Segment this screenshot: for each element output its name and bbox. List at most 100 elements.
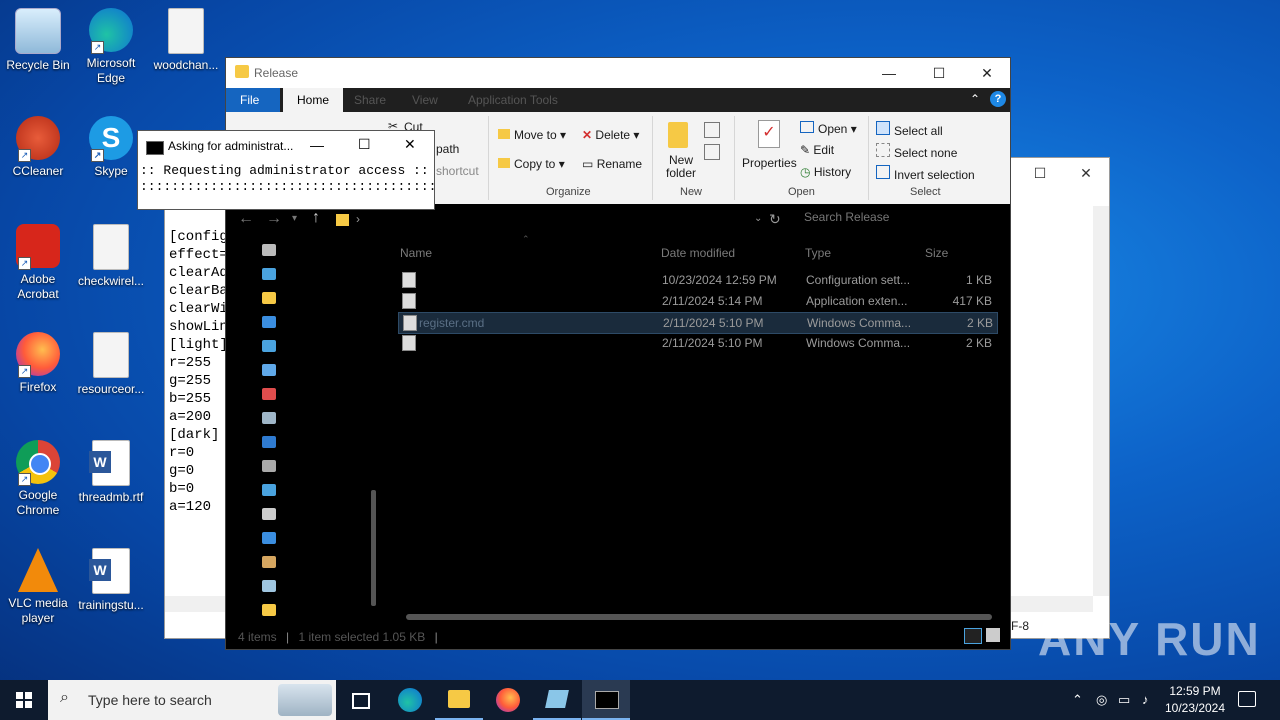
- computer-nav-icon[interactable]: [262, 484, 276, 496]
- collapse-ribbon-icon[interactable]: ⌃: [970, 92, 980, 106]
- desktop-icon-edge[interactable]: ↗ Microsoft Edge: [73, 8, 149, 86]
- history-button[interactable]: ◷ History: [800, 165, 851, 179]
- drive-nav-icon[interactable]: [262, 508, 276, 520]
- tab-file[interactable]: File: [226, 88, 280, 112]
- file-row[interactable]: 2/11/2024 5:10 PM Windows Comma... 2 KB: [398, 333, 996, 353]
- this-pc-nav-icon[interactable]: [262, 340, 276, 352]
- desktop-icon-threadmb[interactable]: W threadmb.rtf: [73, 440, 149, 505]
- folder-nav-icon[interactable]: [262, 604, 276, 616]
- notification-icon[interactable]: [1238, 691, 1256, 707]
- column-header-type[interactable]: Type: [805, 246, 831, 260]
- column-header-date[interactable]: Date modified: [661, 246, 735, 260]
- taskbar-clock[interactable]: 12:59 PM 10/23/2024: [1160, 683, 1230, 717]
- close-icon[interactable]: ✕: [964, 58, 1010, 88]
- select-all-button[interactable]: Select all: [876, 121, 943, 138]
- show-hidden-icons-icon[interactable]: ⌃: [1072, 692, 1083, 708]
- window-title: Asking for administrat...: [168, 139, 294, 153]
- desktop-icon-label: CCleaner: [12, 164, 64, 178]
- paste-shortcut-button[interactable]: shortcut: [436, 164, 479, 178]
- up-arrow-icon[interactable]: ↑: [312, 209, 320, 227]
- select-none-button[interactable]: Select none: [876, 143, 957, 160]
- help-icon[interactable]: ?: [990, 91, 1006, 107]
- desktop-icon-ccleaner[interactable]: ↗ CCleaner: [0, 116, 76, 179]
- network-icon[interactable]: ▭: [1118, 692, 1130, 708]
- desktop-icon-woodchan[interactable]: woodchan...: [148, 8, 224, 73]
- folder-nav-icon[interactable]: [262, 292, 276, 304]
- close-icon[interactable]: ✕: [1063, 158, 1109, 188]
- desktop-icon-vlc[interactable]: VLC media player: [0, 548, 76, 626]
- minimize-icon[interactable]: —: [310, 137, 324, 153]
- printer-nav-icon[interactable]: [262, 460, 276, 472]
- explorer-titlebar[interactable]: Release — ☐ ✕: [226, 58, 1010, 88]
- column-header-size[interactable]: Size: [925, 246, 948, 260]
- forward-arrow-icon[interactable]: →: [266, 210, 282, 228]
- tab-application-tools[interactable]: Application Tools: [454, 88, 572, 112]
- desktop-icon-acrobat[interactable]: ↗ Adobe Acrobat: [0, 224, 76, 302]
- task-view-button[interactable]: [336, 680, 384, 720]
- notepad-text[interactable]: [config effect= clearAd clearBa clearWi …: [169, 210, 228, 516]
- large-icons-view-icon[interactable]: [986, 628, 1000, 642]
- desktop-icon-chrome[interactable]: ↗ Google Chrome: [0, 440, 76, 518]
- taskbar-edge[interactable]: [386, 680, 434, 720]
- taskbar-firefox[interactable]: [484, 680, 532, 720]
- taskbar-cmd[interactable]: [582, 680, 630, 720]
- cloud-nav-icon[interactable]: [262, 532, 276, 544]
- control-panel-nav-icon[interactable]: [262, 364, 276, 376]
- quick-access-icon[interactable]: [262, 244, 276, 256]
- rename-button[interactable]: ▭ Rename: [582, 157, 642, 171]
- taskbar-search[interactable]: ⌕ Type here to search: [48, 680, 336, 720]
- invert-selection-button[interactable]: Invert selection: [876, 165, 975, 182]
- details-view-icon[interactable]: [964, 628, 982, 644]
- search-input[interactable]: Search Release: [804, 210, 889, 224]
- word-doc-icon: W: [89, 548, 130, 594]
- users-nav-icon[interactable]: [262, 556, 276, 568]
- nav-pane-scrollbar[interactable]: [371, 490, 376, 606]
- onedrive-nav-icon[interactable]: [262, 316, 276, 328]
- close-icon[interactable]: ✕: [404, 136, 416, 153]
- maximize-icon[interactable]: ☐: [916, 58, 962, 88]
- new-folder-button[interactable]: New folder: [666, 154, 696, 180]
- recycle-bin-nav-icon[interactable]: [262, 580, 276, 592]
- maximize-icon[interactable]: ☐: [358, 136, 371, 153]
- notepad-vscrollbar[interactable]: [1093, 206, 1109, 596]
- cmd-window[interactable]: Asking for administrat... — ☐ ✕ :: Reque…: [137, 130, 436, 210]
- edit-button[interactable]: ✎ Edit: [800, 143, 834, 157]
- file-row[interactable]: 10/23/2024 12:59 PM Configuration sett..…: [398, 270, 996, 290]
- desktop-icon-firefox[interactable]: ↗ Firefox: [0, 332, 76, 395]
- desktop-nav-icon[interactable]: [262, 268, 276, 280]
- apps-nav-icon[interactable]: [262, 388, 276, 400]
- start-button[interactable]: [0, 680, 48, 720]
- disk-nav-icon[interactable]: [262, 412, 276, 424]
- tab-home[interactable]: Home: [283, 88, 344, 112]
- refresh-icon[interactable]: ↻: [769, 211, 781, 228]
- network-nav-icon[interactable]: [262, 436, 276, 448]
- taskbar-file-explorer[interactable]: [435, 680, 483, 720]
- volume-icon[interactable]: ♪: [1142, 692, 1149, 707]
- easy-access-icon[interactable]: [704, 144, 720, 160]
- properties-button[interactable]: Properties: [742, 156, 797, 170]
- tab-share[interactable]: Share: [340, 88, 400, 112]
- new-item-icon[interactable]: [704, 122, 720, 138]
- maximize-icon[interactable]: ☐: [1017, 158, 1063, 188]
- security-icon[interactable]: ◎: [1096, 692, 1107, 708]
- file-list-hscrollbar[interactable]: [406, 614, 992, 620]
- move-to-button[interactable]: Move to ▾: [498, 128, 566, 142]
- recent-dropdown-icon[interactable]: ▾: [292, 213, 297, 224]
- column-header-name[interactable]: Name: [400, 246, 432, 260]
- taskbar-notepad[interactable]: [533, 680, 581, 720]
- back-arrow-icon[interactable]: ←: [238, 210, 254, 228]
- address-dropdown-icon[interactable]: ⌄: [754, 213, 762, 224]
- copy-to-button[interactable]: Copy to ▾: [498, 157, 565, 171]
- breadcrumb-chevron-icon[interactable]: ›: [356, 212, 360, 226]
- file-row[interactable]: 2/11/2024 5:14 PM Application exten... 4…: [398, 291, 996, 311]
- minimize-icon[interactable]: —: [866, 58, 912, 88]
- tab-view[interactable]: View: [398, 88, 452, 112]
- delete-button[interactable]: ✕ Delete ▾: [582, 128, 639, 142]
- copy-path-button[interactable]: path: [436, 142, 459, 156]
- desktop-icon-trainingstu[interactable]: W trainingstu...: [73, 548, 149, 613]
- open-button[interactable]: Open ▾: [800, 121, 857, 136]
- desktop-icon-checkwirel[interactable]: checkwirel...: [73, 224, 149, 289]
- file-row-selected[interactable]: register.cmd 2/11/2024 5:10 PM Windows C…: [398, 312, 998, 334]
- desktop-icon-recycle-bin[interactable]: Recycle Bin: [0, 8, 76, 73]
- desktop-icon-resourceor[interactable]: resourceor...: [73, 332, 149, 397]
